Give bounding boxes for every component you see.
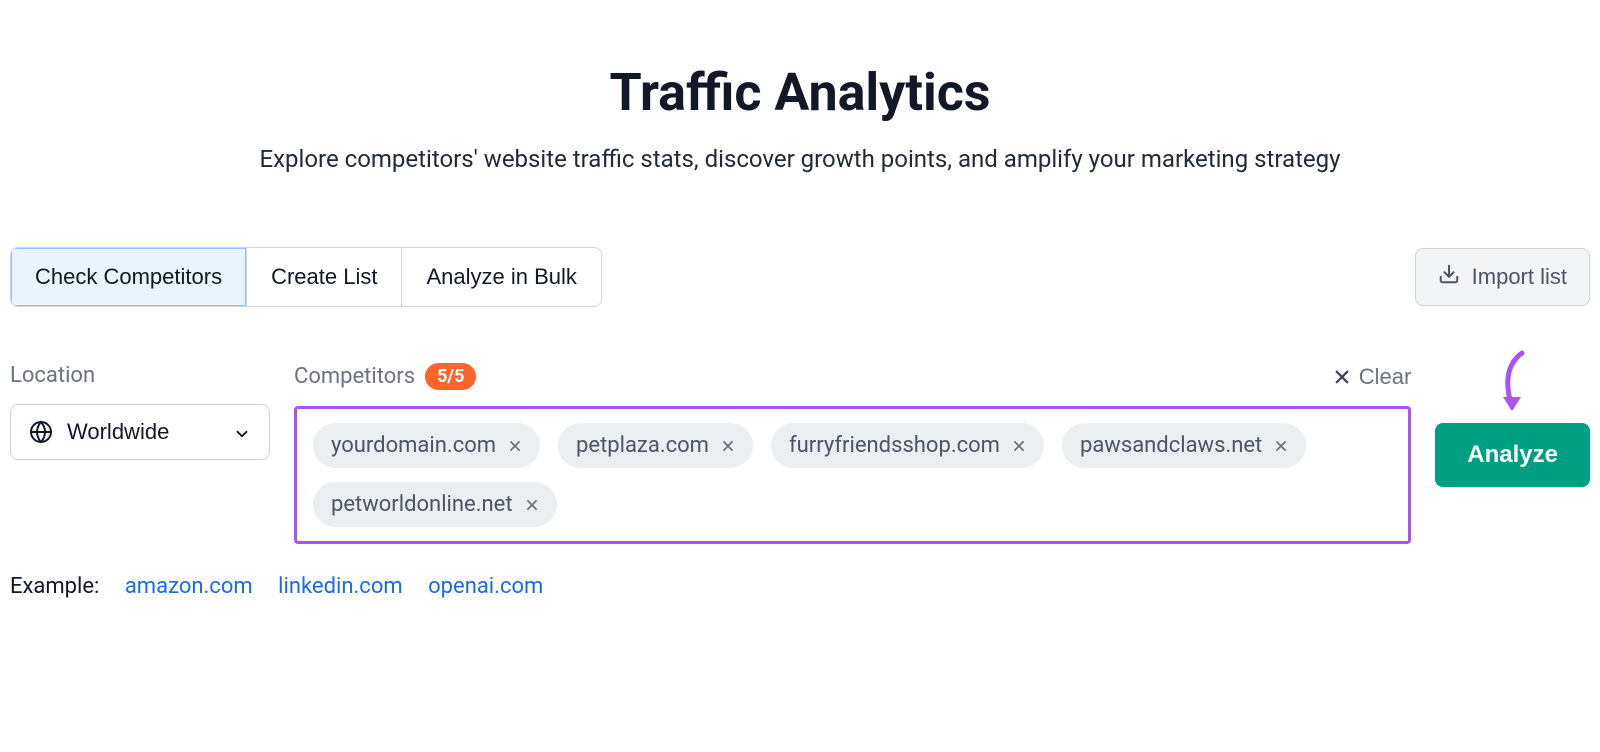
example-row: Example: amazon.com linkedin.com openai.… <box>10 574 1590 599</box>
import-list-button[interactable]: Import list <box>1415 248 1590 306</box>
chip-label: furryfriendsshop.com <box>789 433 1000 458</box>
example-link[interactable]: amazon.com <box>125 574 253 599</box>
location-value: Worldwide <box>67 419 169 445</box>
page-subtitle: Explore competitors' website traffic sta… <box>10 145 1590 173</box>
competitor-chip: yourdomain.com <box>313 423 540 468</box>
example-label: Example: <box>10 574 99 599</box>
tab-group: Check Competitors Create List Analyze in… <box>10 247 602 307</box>
download-icon <box>1438 263 1460 291</box>
page-title: Traffic Analytics <box>10 62 1590 123</box>
competitors-column: Competitors 5/5 Clear yourdomain.com petp… <box>294 363 1411 544</box>
annotation-arrow-icon <box>1492 349 1532 427</box>
location-select[interactable]: Worldwide <box>10 404 270 460</box>
competitors-label: Competitors <box>294 364 415 389</box>
competitors-header: Competitors 5/5 Clear <box>294 363 1411 390</box>
clear-label: Clear <box>1359 364 1412 390</box>
analyze-column: Analyze <box>1435 363 1590 487</box>
import-list-label: Import list <box>1472 264 1567 290</box>
location-label: Location <box>10 363 270 388</box>
chip-remove-icon[interactable] <box>508 439 522 453</box>
analyze-button[interactable]: Analyze <box>1435 423 1590 487</box>
chip-remove-icon[interactable] <box>1012 439 1026 453</box>
competitors-count-badge: 5/5 <box>425 363 476 390</box>
location-column: Location Worldwide <box>10 363 270 460</box>
example-link[interactable]: linkedin.com <box>278 574 403 599</box>
chip-label: petworldonline.net <box>331 492 513 517</box>
chip-remove-icon[interactable] <box>721 439 735 453</box>
form-row: Location Worldwide Competitors 5/5 Clear… <box>10 363 1590 544</box>
globe-icon <box>29 420 53 444</box>
chevron-down-icon <box>233 423 251 441</box>
competitor-chip: furryfriendsshop.com <box>771 423 1044 468</box>
chip-remove-icon[interactable] <box>525 498 539 512</box>
chip-label: yourdomain.com <box>331 433 496 458</box>
chip-label: petplaza.com <box>576 433 709 458</box>
example-link[interactable]: openai.com <box>428 574 543 599</box>
competitor-chip: petworldonline.net <box>313 482 557 527</box>
chip-remove-icon[interactable] <box>1274 439 1288 453</box>
chip-label: pawsandclaws.net <box>1080 433 1262 458</box>
competitor-chip: petplaza.com <box>558 423 753 468</box>
tab-analyze-bulk[interactable]: Analyze in Bulk <box>401 248 600 306</box>
competitor-chip: pawsandclaws.net <box>1062 423 1306 468</box>
clear-button[interactable]: Clear <box>1333 364 1412 390</box>
tab-check-competitors[interactable]: Check Competitors <box>11 248 246 306</box>
competitors-input[interactable]: yourdomain.com petplaza.com furryfriendssh… <box>294 406 1411 544</box>
tab-create-list[interactable]: Create List <box>246 248 401 306</box>
toolbar-row: Check Competitors Create List Analyze in… <box>10 247 1590 307</box>
